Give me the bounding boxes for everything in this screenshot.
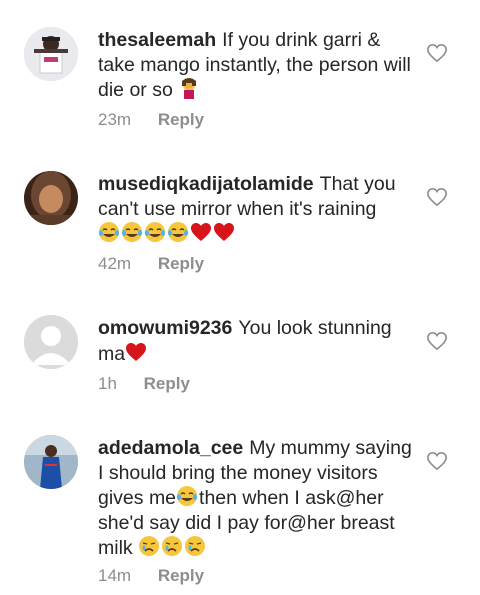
reply-button[interactable]: Reply	[144, 374, 190, 394]
crying-face-emoji	[162, 536, 183, 556]
comment-username[interactable]: musediqkadijatolamide	[98, 173, 314, 195]
avatar[interactable]	[24, 27, 78, 81]
comment-text: adedamola_cee My mummy saying I should br…	[98, 436, 416, 561]
avatar-image	[24, 435, 78, 489]
comment-username[interactable]: thesaleemah	[98, 29, 216, 51]
crying-face-emoji	[139, 536, 160, 556]
avatar-image	[24, 27, 78, 81]
comment-username[interactable]: omowumi9236	[98, 317, 232, 339]
emoji-group	[138, 536, 207, 559]
emoji-group	[98, 222, 236, 245]
avatar-image	[24, 171, 78, 225]
comment-text: omowumi9236 You look stunning ma	[98, 316, 416, 366]
reply-button[interactable]: Reply	[158, 110, 204, 130]
crying-face-emoji	[185, 536, 206, 556]
comment-time: 42m	[98, 254, 132, 273]
tears-of-joy-emoji	[122, 222, 142, 242]
comment-username[interactable]: adedamola_cee	[98, 437, 243, 459]
tears-of-joy-emoji	[177, 486, 198, 506]
comment-text: thesaleemah If you drink garri & take man…	[98, 28, 416, 103]
like-heart-icon[interactable]	[426, 187, 448, 207]
red-heart-emoji	[191, 223, 211, 241]
reply-button[interactable]: Reply	[158, 254, 204, 274]
comment-meta: 42m Reply	[98, 254, 204, 274]
avatar[interactable]	[24, 171, 78, 225]
tears-of-joy-emoji	[99, 222, 119, 242]
tears-of-joy-emoji	[168, 222, 188, 242]
comment-meta: 1h Reply	[98, 374, 190, 394]
comment-time: 1h	[98, 374, 117, 393]
default-avatar-icon	[24, 315, 78, 369]
comment-text: musediqkadijatolamide That you can't use …	[98, 172, 416, 247]
like-heart-icon[interactable]	[426, 43, 448, 63]
avatar[interactable]	[24, 435, 78, 489]
avatar[interactable]	[24, 315, 78, 369]
comment-meta: 14m Reply	[98, 566, 204, 586]
comment-time: 14m	[98, 566, 132, 585]
tears-of-joy-emoji	[145, 222, 165, 242]
facepalm-emoji	[182, 78, 197, 99]
comment-time: 23m	[98, 110, 132, 129]
like-heart-icon[interactable]	[426, 331, 448, 351]
comment-meta: 23m Reply	[98, 110, 204, 130]
red-heart-emoji	[126, 342, 147, 361]
reply-button[interactable]: Reply	[158, 566, 204, 586]
red-heart-emoji	[214, 223, 234, 241]
like-heart-icon[interactable]	[426, 451, 448, 471]
